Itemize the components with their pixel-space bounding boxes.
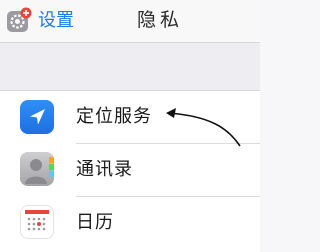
location-arrow-icon xyxy=(20,100,54,134)
contacts-icon xyxy=(20,152,54,186)
list-item-label: 日历 xyxy=(76,212,114,233)
list-item-label: 通讯录 xyxy=(76,159,133,180)
section-spacer xyxy=(0,43,260,90)
navigation-bar: 设置 隐私 xyxy=(0,0,260,43)
page-title: 隐私 xyxy=(136,9,183,31)
calendar-icon xyxy=(20,205,54,239)
list-item-location-services[interactable]: 定位服务 xyxy=(0,91,260,143)
list-item-contacts[interactable]: 通讯录 xyxy=(0,144,260,196)
list-item-calendar[interactable]: 日历 xyxy=(0,197,260,249)
list-item-label: 定位服务 xyxy=(76,106,152,127)
privacy-list: 定位服务 通讯录 日历 xyxy=(0,90,260,252)
